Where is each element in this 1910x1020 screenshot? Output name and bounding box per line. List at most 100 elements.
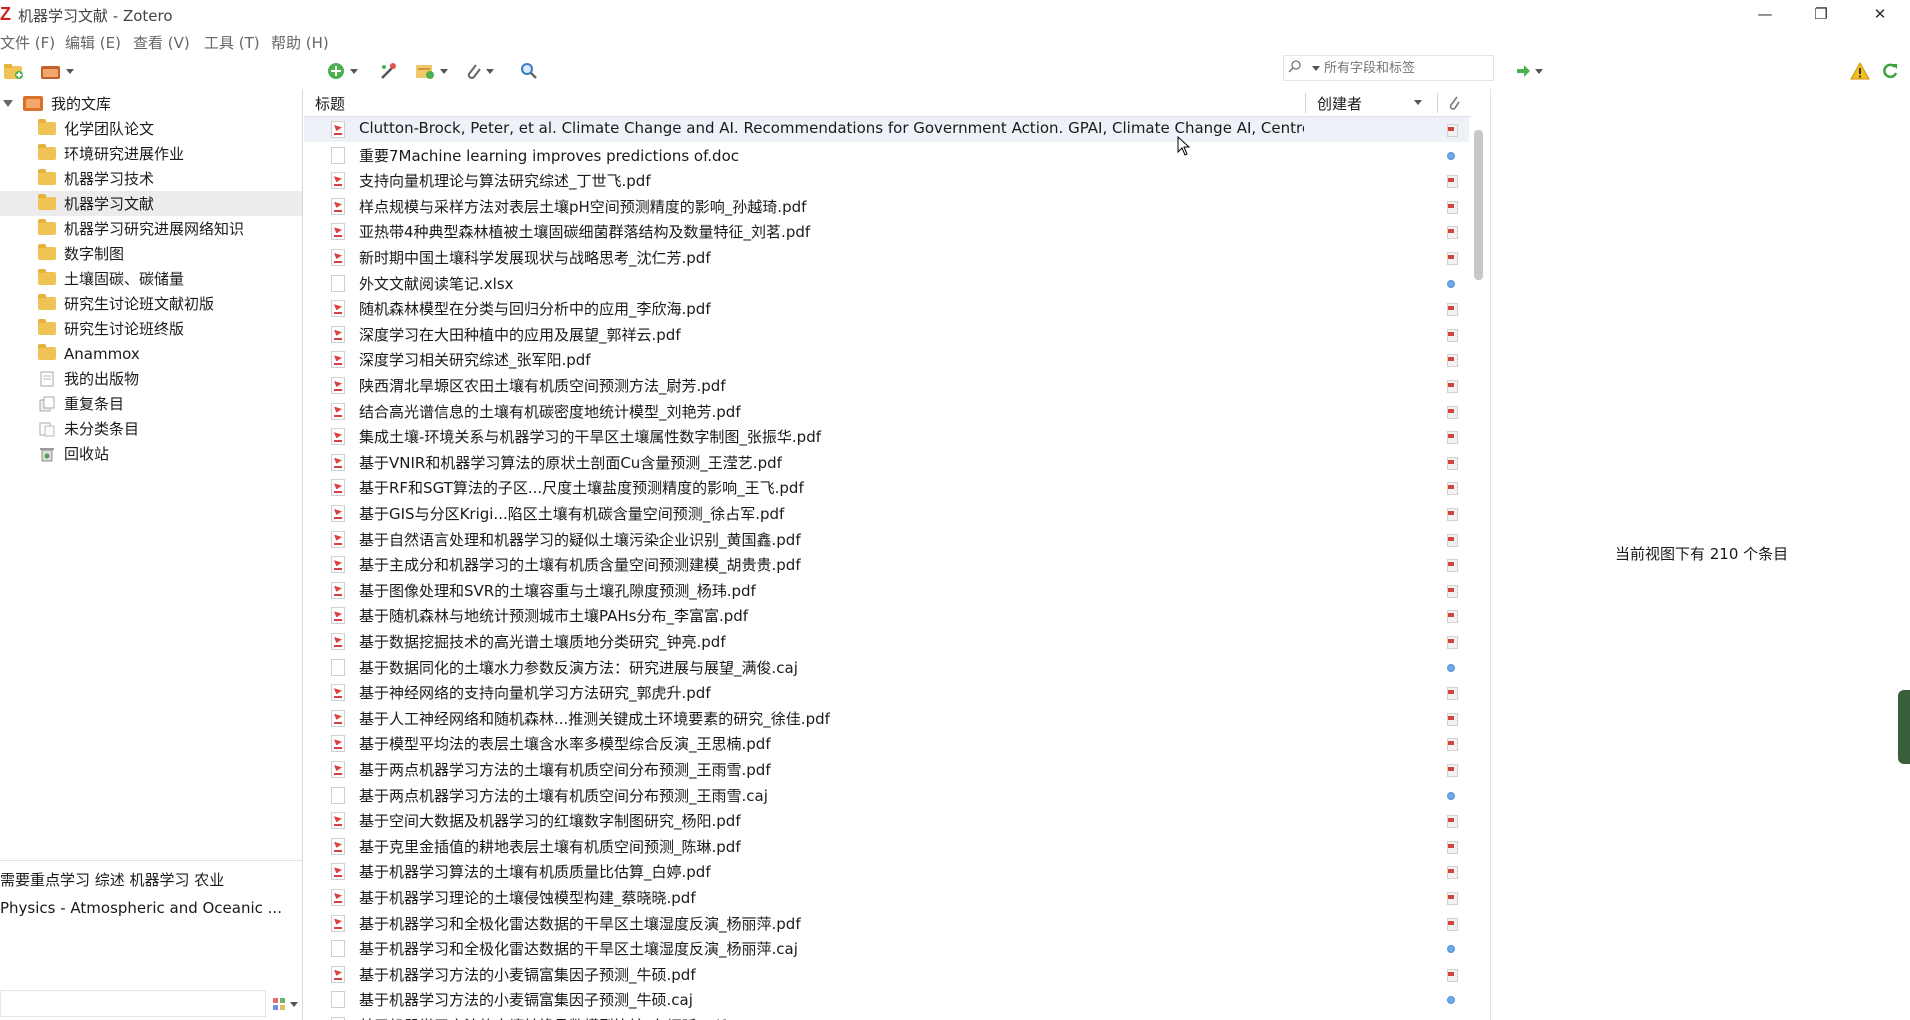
table-row[interactable]: 陕西渭北旱塬区农田土壤有机质空间预测方法_尉芳.pdf	[304, 373, 1469, 398]
pdf-attachment-icon[interactable]	[1445, 200, 1458, 214]
file-attachment-icon[interactable]	[1447, 279, 1455, 288]
collection-my-publications[interactable]: 我的出版物	[0, 366, 302, 391]
table-row[interactable]: 基于数据同化的土壤水力参数反演方法：研究进展与展望_满俊.caj	[304, 655, 1469, 680]
table-row[interactable]: 亚热带4种典型森林植被土壤固碳细菌群落结构及数量特征_刘茗.pdf	[304, 219, 1469, 244]
collection-item[interactable]: 环境研究进展作业	[0, 141, 302, 166]
collection-unfiled[interactable]: 未分类条目	[0, 416, 302, 441]
collection-item[interactable]: 数字制图	[0, 241, 302, 266]
column-header-creator[interactable]: 创建者	[1317, 93, 1362, 114]
table-row[interactable]: 基于机器学习方法的小麦镉富集因子预测_牛硕.pdf	[304, 962, 1469, 987]
table-row[interactable]: 随机森林模型在分类与回归分析中的应用_李欣海.pdf	[304, 296, 1469, 321]
pdf-attachment-icon[interactable]	[1445, 482, 1458, 496]
pdf-attachment-icon[interactable]	[1445, 610, 1458, 624]
search-input[interactable]	[1324, 58, 1489, 78]
table-row[interactable]: 基于自然语言处理和机器学习的疑似土壤污染企业识别_黄国鑫.pdf	[304, 527, 1469, 552]
file-attachment-icon[interactable]	[1447, 996, 1455, 1005]
pdf-attachment-icon[interactable]	[1445, 124, 1458, 137]
table-row[interactable]: 基于两点机器学习方法的土壤有机质空间分布预测_王雨雪.caj	[304, 783, 1469, 808]
table-row[interactable]: 结合高光谱信息的土壤有机碳密度地统计模型_刘艳芳.pdf	[304, 399, 1469, 424]
collection-item[interactable]: 机器学习研究进展网络知识	[0, 216, 302, 241]
search-box[interactable]	[1283, 55, 1494, 81]
search-mode-chevron-icon[interactable]	[1312, 66, 1320, 71]
new-collection-button[interactable]	[3, 59, 25, 83]
pdf-attachment-icon[interactable]	[1445, 764, 1458, 777]
pdf-attachment-icon[interactable]	[1445, 328, 1458, 342]
new-item-button[interactable]	[326, 59, 358, 83]
table-row[interactable]: 基于机器学习方法的小麦镉富集因子预测_牛硕.caj	[304, 987, 1469, 1012]
column-header-title[interactable]: 标题	[315, 93, 345, 114]
pdf-attachment-icon[interactable]	[1445, 892, 1458, 905]
menu-tools[interactable]: 工具 (T)	[204, 32, 260, 53]
menu-file[interactable]: 文件 (F)	[0, 32, 55, 53]
collection-duplicates[interactable]: 重复条目	[0, 391, 302, 416]
file-attachment-icon[interactable]	[1447, 945, 1455, 954]
pdf-attachment-icon[interactable]	[1445, 917, 1458, 931]
new-library-button[interactable]	[40, 59, 74, 83]
table-row[interactable]: 基于机器学习算法的土壤有机质质量比估算_白婷.pdf	[304, 859, 1469, 884]
pdf-attachment-icon[interactable]	[1445, 968, 1458, 982]
tag-list[interactable]: Physics - Atmospheric and Oceanic ...	[0, 899, 300, 917]
collection-item[interactable]: Anammox	[0, 341, 302, 366]
table-row[interactable]: 基于VNIR和机器学习算法的原状土剖面Cu含量预测_王滢艺.pdf	[304, 450, 1469, 475]
tag-options-button[interactable]	[272, 994, 300, 1014]
column-divider[interactable]	[1305, 93, 1306, 113]
pdf-attachment-icon[interactable]	[1445, 175, 1458, 189]
side-panel-handle[interactable]	[1898, 690, 1910, 764]
table-row[interactable]: 基于GIS与分区Krigi...陷区土壤有机碳含量空间预测_徐占军.pdf	[304, 501, 1469, 526]
table-row[interactable]: 新时期中国土壤科学发展现状与战略思考_沈仁芳.pdf	[304, 245, 1469, 270]
pdf-attachment-icon[interactable]	[1445, 559, 1458, 573]
new-note-button[interactable]	[414, 59, 448, 83]
pdf-attachment-icon[interactable]	[1445, 380, 1458, 393]
pdf-attachment-icon[interactable]	[1445, 866, 1458, 880]
table-row[interactable]: 外文文献阅读笔记.xlsx	[304, 271, 1469, 296]
table-row[interactable]: 基于神经网络的支持向量机学习方法研究_郭虎升.pdf	[304, 680, 1469, 705]
tag-filter-input[interactable]	[0, 990, 266, 1017]
table-row[interactable]: 基于空间大数据及机器学习的红壤数字制图研究_杨阳.pdf	[304, 808, 1469, 833]
pdf-attachment-icon[interactable]	[1445, 712, 1458, 726]
table-row[interactable]: 重要7Machine learning improves predictions…	[304, 143, 1469, 168]
table-row[interactable]: 基于随机森林与地统计预测城市土壤PAHs分布_李富富.pdf	[304, 603, 1469, 628]
table-row[interactable]: 样点规模与采样方法对表层土壤pH空间预测精度的影响_孙越琦.pdf	[304, 194, 1469, 219]
table-row[interactable]: 基于RF和SGT算法的子区...尺度土壤盐度预测精度的影响_王飞.pdf	[304, 475, 1469, 500]
table-row[interactable]: 支持向量机理论与算法研究综述_丁世飞.pdf	[304, 168, 1469, 193]
table-row[interactable]: 基于克里金插值的耕地表层土壤有机质空间预测_陈琳.pdf	[304, 834, 1469, 859]
pdf-attachment-icon[interactable]	[1445, 840, 1458, 854]
collection-item[interactable]: 土壤固碳、碳储量	[0, 266, 302, 291]
pdf-attachment-icon[interactable]	[1445, 303, 1458, 317]
pdf-attachment-icon[interactable]	[1445, 226, 1458, 240]
table-row[interactable]: Clutton-Brock, Peter, et al. Climate Cha…	[304, 117, 1469, 142]
collection-trash[interactable]: 回收站	[0, 441, 302, 466]
table-row[interactable]: 基于机器学习和全极化雷达数据的干旱区土壤湿度反演_杨丽萍.caj	[304, 936, 1469, 961]
table-row[interactable]: 基于两点机器学习方法的土壤有机质空间分布预测_王雨雪.pdf	[304, 757, 1469, 782]
table-row[interactable]: 深度学习在大田种植中的应用及展望_郭祥云.pdf	[304, 322, 1469, 347]
menu-help[interactable]: 帮助 (H)	[271, 32, 329, 53]
pdf-attachment-icon[interactable]	[1445, 405, 1458, 419]
pdf-attachment-icon[interactable]	[1445, 252, 1458, 265]
sync-button[interactable]	[1881, 59, 1899, 83]
table-row[interactable]: 基于机器学习和全极化雷达数据的干旱区土壤湿度反演_杨丽萍.pdf	[304, 911, 1469, 936]
pdf-attachment-icon[interactable]	[1445, 431, 1458, 445]
collection-item[interactable]: 化学团队论文	[0, 116, 302, 141]
menu-view[interactable]: 查看 (V)	[133, 32, 190, 53]
pdf-attachment-icon[interactable]	[1445, 508, 1458, 521]
close-button[interactable]: ✕	[1852, 0, 1908, 29]
items-scrollbar[interactable]	[1474, 130, 1483, 280]
table-row[interactable]: 基于人工神经网络和随机森林...推测关键成土环境要素的研究_徐佳.pdf	[304, 706, 1469, 731]
locate-button[interactable]	[1515, 59, 1543, 83]
table-row[interactable]: 基于机器学习方法的土壤转换函数模型比较_左炳昕.pdf	[304, 1013, 1469, 1020]
file-attachment-icon[interactable]	[1447, 151, 1455, 160]
add-attachment-button[interactable]	[464, 59, 494, 83]
collection-item[interactable]: 机器学习技术	[0, 166, 302, 191]
expand-twisty-icon[interactable]	[3, 100, 13, 107]
warning-button[interactable]	[1850, 59, 1870, 83]
collection-item[interactable]: 研究生讨论班文献初版	[0, 291, 302, 316]
table-row[interactable]: 基于模型平均法的表层土壤含水率多模型综合反演_王思楠.pdf	[304, 731, 1469, 756]
pdf-attachment-icon[interactable]	[1445, 815, 1458, 829]
table-row[interactable]: 基于数据挖掘技术的高光谱土壤质地分类研究_钟亮.pdf	[304, 629, 1469, 654]
pdf-attachment-icon[interactable]	[1445, 584, 1458, 598]
table-row[interactable]: 基于主成分和机器学习的土壤有机质含量空间预测建模_胡贵贵.pdf	[304, 552, 1469, 577]
pdf-attachment-icon[interactable]	[1445, 636, 1458, 649]
tag-list[interactable]: 需要重点学习 综述 机器学习 农业	[0, 869, 300, 890]
add-by-identifier-button[interactable]	[378, 59, 398, 83]
collection-item[interactable]: 研究生讨论班终版	[0, 316, 302, 341]
